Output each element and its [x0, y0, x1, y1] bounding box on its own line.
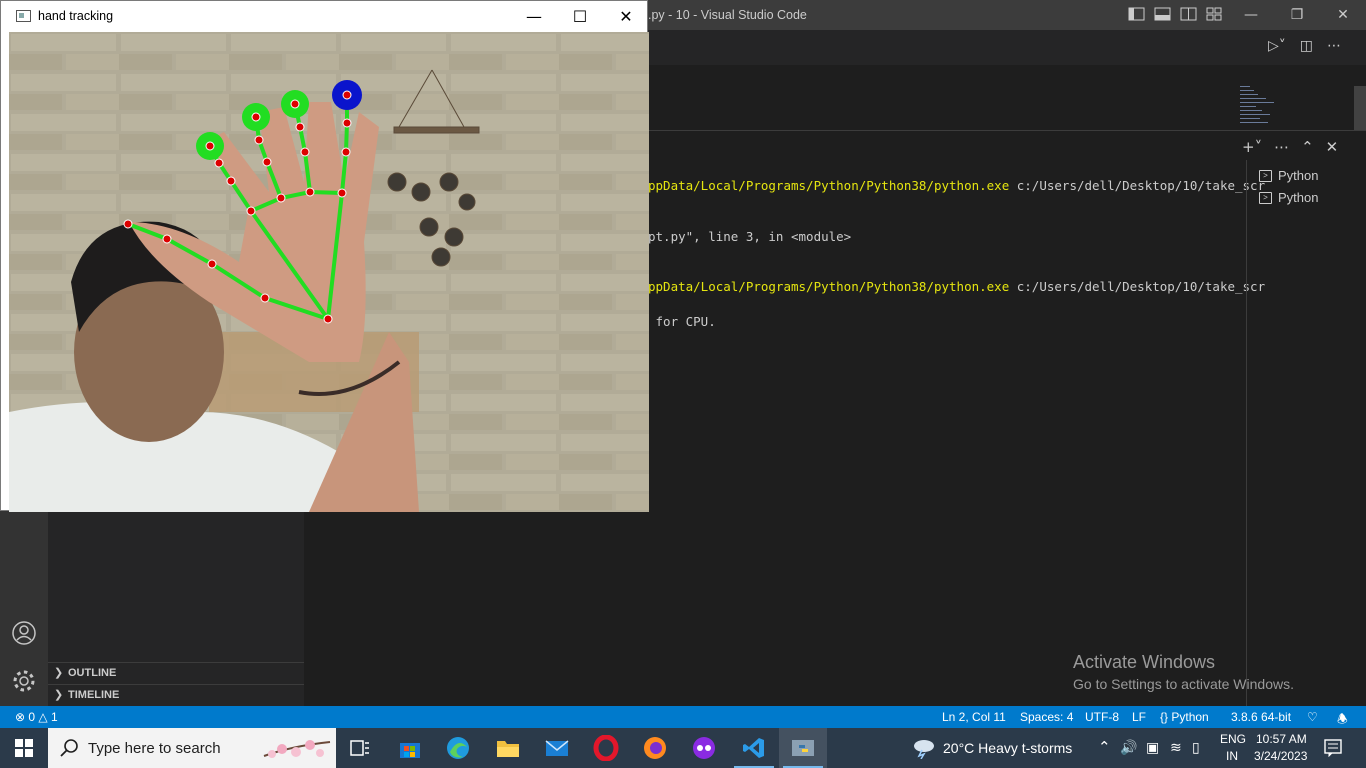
- volume-icon[interactable]: 🔊: [1120, 739, 1137, 756]
- search-placeholder: Type here to search: [88, 740, 221, 757]
- taskbar-microsoft-store[interactable]: [386, 728, 434, 768]
- activate-windows-watermark: Activate Windows Go to Settings to activ…: [1073, 652, 1294, 692]
- hand-tracking-window: hand tracking — ☐ ✕: [0, 0, 649, 512]
- customize-layout-icon[interactable]: [1206, 6, 1223, 22]
- vscode-restore-button[interactable]: ❐: [1274, 0, 1320, 30]
- split-editor-icon[interactable]: ◫: [1300, 38, 1313, 54]
- firefox-icon: [644, 737, 666, 759]
- minimap[interactable]: [1238, 84, 1278, 128]
- indentation[interactable]: Spaces: 4: [1020, 710, 1073, 724]
- taskbar-python-app[interactable]: [779, 728, 827, 768]
- edge-browser-icon: [447, 737, 469, 759]
- microsoft-store-icon: [400, 743, 420, 758]
- taskbar-edge[interactable]: [434, 728, 482, 768]
- layout-controls: [1128, 6, 1223, 22]
- panel-actions: +˅ ⋯ ⌃ ✕: [1242, 138, 1338, 156]
- chevron-right-icon: ❯: [54, 667, 64, 679]
- taskbar-file-explorer[interactable]: [484, 728, 532, 768]
- window-app-icon: [16, 10, 31, 22]
- taskbar-firefox[interactable]: [631, 728, 679, 768]
- wifi-icon[interactable]: ≋: [1170, 739, 1182, 756]
- cv-close-button[interactable]: ✕: [603, 1, 649, 31]
- weather-storm-icon[interactable]: [910, 737, 936, 759]
- taskbar-opera[interactable]: [582, 728, 630, 768]
- editor-actions: ▷˅ ◫ ⋯: [1268, 38, 1341, 54]
- private-browsing-icon: [693, 737, 715, 759]
- weather-text[interactable]: 20°C Heavy t-storms: [943, 740, 1072, 756]
- vscode-icon: [743, 738, 764, 758]
- outline-section[interactable]: ❯ OUTLINE: [48, 662, 304, 684]
- clock-date[interactable]: 3/24/2023: [1254, 749, 1307, 763]
- terminal-icon: >: [1259, 191, 1272, 204]
- taskbar-mail[interactable]: [533, 728, 581, 768]
- terminal-tab-python[interactable]: > Python: [1259, 168, 1318, 183]
- timeline-section[interactable]: ❯ TIMELINE: [48, 684, 304, 706]
- more-actions-icon[interactable]: ⋯: [1327, 38, 1341, 54]
- accounts-icon[interactable]: [11, 620, 37, 646]
- cv-minimize-button[interactable]: —: [511, 1, 557, 31]
- folder-icon: [497, 741, 519, 757]
- clock-time[interactable]: 10:57 AM: [1256, 732, 1307, 746]
- battery-icon[interactable]: ▯: [1192, 739, 1200, 756]
- search-icon: [60, 739, 78, 757]
- start-button[interactable]: [0, 728, 48, 768]
- language-mode[interactable]: {} Python: [1160, 710, 1209, 724]
- new-terminal-icon[interactable]: +˅: [1242, 138, 1262, 156]
- problems-status[interactable]: ⊗ 0 △ 1: [15, 710, 58, 724]
- outline-label: OUTLINE: [68, 667, 117, 679]
- terminal-line: ppData/Local/Programs/Python/Python38/py…: [648, 279, 1266, 294]
- mail-icon: [545, 740, 569, 756]
- run-icon[interactable]: ▷˅: [1268, 38, 1286, 54]
- show-hidden-icons-chevron-icon[interactable]: ⌃: [1098, 738, 1111, 756]
- webcam-frame: [9, 32, 649, 512]
- terminal-list: > Python > Python: [1246, 160, 1366, 706]
- python-window-icon: [792, 740, 814, 756]
- close-panel-icon[interactable]: ✕: [1326, 138, 1339, 156]
- task-view-button[interactable]: [336, 728, 384, 768]
- vscode-close-button[interactable]: ✕: [1320, 0, 1366, 30]
- toggle-sidebar-icon[interactable]: [1128, 6, 1145, 22]
- action-center-icon[interactable]: [1324, 739, 1342, 757]
- taskbar-search-box[interactable]: Type here to search: [48, 728, 336, 768]
- terminal-line: ppData/Local/Programs/Python/Python38/py…: [648, 178, 1266, 193]
- toggle-panel-icon[interactable]: [1154, 6, 1171, 22]
- terminal-icon: >: [1259, 169, 1272, 182]
- python-interpreter[interactable]: 3.8.6 64-bit: [1231, 710, 1291, 724]
- vscode-window-title: .py - 10 - Visual Studio Code: [648, 8, 807, 22]
- vscode-minimize-button[interactable]: —: [1228, 0, 1274, 30]
- task-view-icon: [350, 740, 369, 756]
- manage-gear-icon[interactable]: [11, 668, 37, 694]
- region-indicator: IN: [1226, 749, 1238, 763]
- editor-scrollbar[interactable]: [1354, 86, 1366, 130]
- maximize-panel-icon[interactable]: ⌃: [1301, 138, 1314, 156]
- terminal-line: for CPU.: [648, 314, 716, 329]
- terminal-tab-python[interactable]: > Python: [1259, 190, 1318, 205]
- language-indicator[interactable]: ENG: [1220, 732, 1246, 746]
- hand-tracking-title: hand tracking: [38, 9, 114, 23]
- status-bar: ⊗ 0 △ 1 Ln 2, Col 11 Spaces: 4 UTF-8 LF …: [0, 706, 1366, 728]
- more-icon[interactable]: ⋯: [1274, 138, 1289, 156]
- taskbar-vscode[interactable]: [730, 728, 778, 768]
- cv-maximize-button[interactable]: ☐: [557, 1, 603, 31]
- webcam-in-use-icon[interactable]: ▣: [1146, 739, 1159, 756]
- toggle-secondary-sidebar-icon[interactable]: [1180, 6, 1197, 22]
- opera-browser-icon: [593, 735, 619, 761]
- end-of-line[interactable]: LF: [1132, 710, 1146, 724]
- timeline-label: TIMELINE: [68, 689, 120, 701]
- encoding[interactable]: UTF-8: [1085, 710, 1119, 724]
- windows-logo-icon: [15, 739, 33, 757]
- chevron-right-icon: ❯: [54, 689, 64, 701]
- cursor-position[interactable]: Ln 2, Col 11: [942, 710, 1006, 724]
- windows-taskbar: Type here to search 20°C Heavy t-storms …: [0, 728, 1366, 768]
- terminal-line: pt.py", line 3, in <module>: [648, 229, 852, 244]
- cherry-blossom-icon: [263, 740, 331, 758]
- feedback-icon[interactable]: ♡: [1307, 710, 1318, 724]
- taskbar-private-browser[interactable]: [680, 728, 728, 768]
